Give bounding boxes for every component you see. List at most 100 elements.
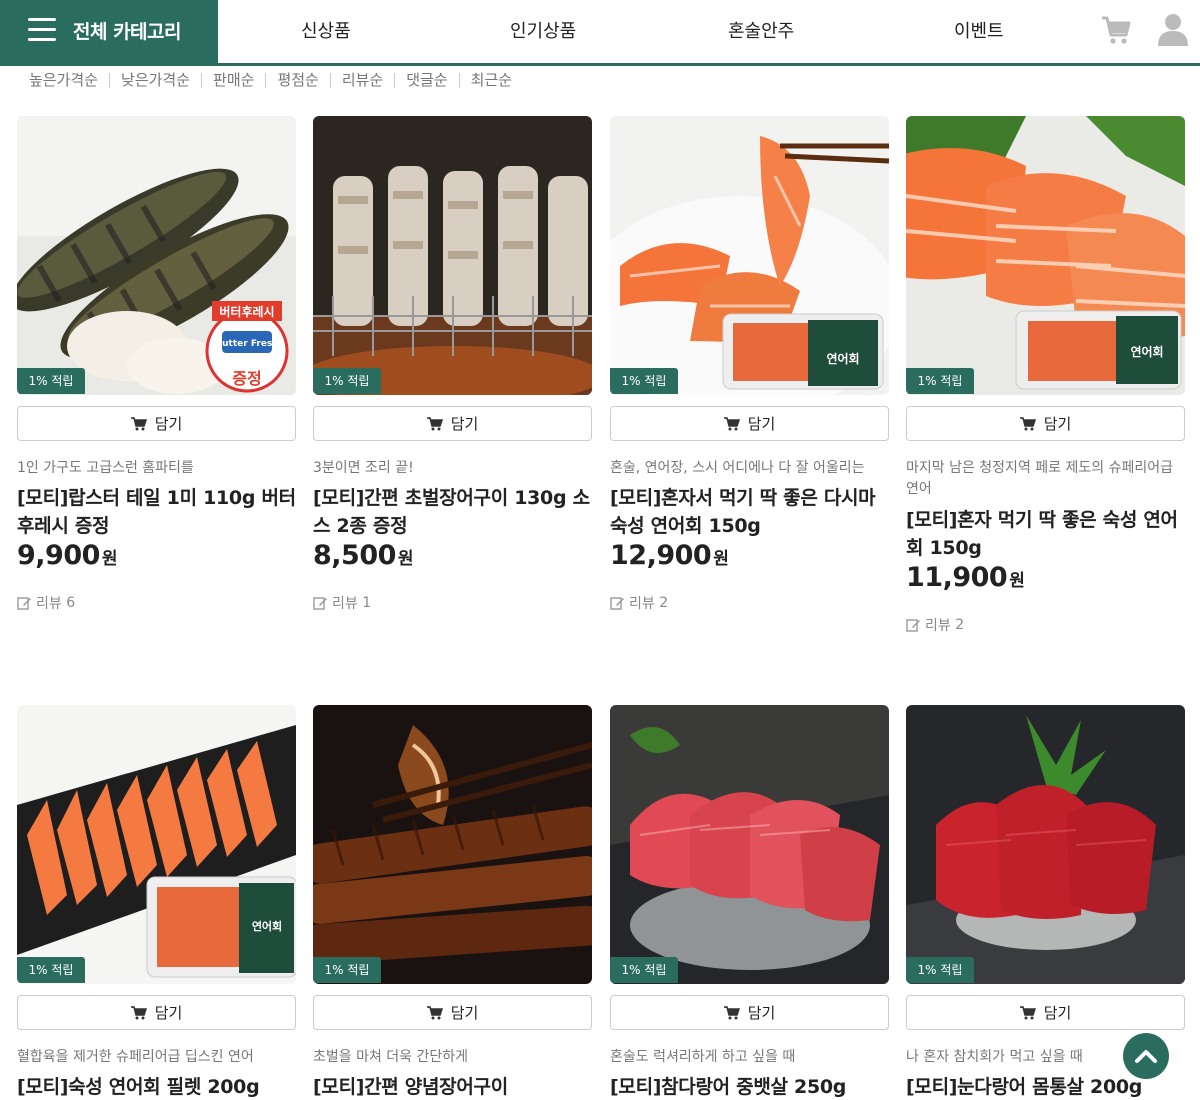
add-to-cart-label: 담기 <box>747 415 776 433</box>
product-image-kelp-salmon[interactable]: 연어회 1% 적립 <box>610 116 889 395</box>
sort-price-low[interactable]: 낮은가격순 <box>110 72 203 88</box>
review-label: 리뷰 <box>629 596 655 612</box>
product-name[interactable]: [모티]숙성 연어회 필렛 200g <box>17 1073 296 1100</box>
hamburger-menu-icon <box>28 18 56 42</box>
points-badge: 1% 적립 <box>610 368 678 394</box>
sort-comment-count[interactable]: 댓글순 <box>395 72 460 88</box>
product-name[interactable]: [모티]참다랑어 중뱃살 250g <box>610 1073 889 1100</box>
nav-popular-products[interactable]: 인기상품 <box>510 17 576 43</box>
cart-icon[interactable] <box>1100 14 1132 46</box>
add-to-cart-button[interactable]: 담기 <box>610 406 889 441</box>
product-image-aged-salmon[interactable]: 연어회 1% 적립 <box>906 116 1185 395</box>
top-header: 전체 카테고리 신상품 인기상품 혼술안주 이벤트 <box>0 0 1200 66</box>
sort-options-bar: 높은가격순 낮은가격순 판매순 평점순 리뷰순 댓글순 최근순 <box>18 70 523 90</box>
product-image-lobster-tail[interactable]: 버터후레시 Butter Fresh 증정 1% 적립 <box>17 116 296 395</box>
product-name[interactable]: [모티]혼자 먹기 딱 좋은 숙성 연어회 150g <box>906 506 1185 562</box>
add-to-cart-label: 담기 <box>1043 415 1072 433</box>
salmon-pack-text: 연어회 <box>826 351 859 366</box>
add-to-cart-button[interactable]: 담기 <box>906 406 1185 441</box>
currency-unit: 원 <box>1009 571 1025 591</box>
cart-icon <box>723 416 740 430</box>
price-value: 9,900 <box>17 540 100 571</box>
sort-recent[interactable]: 최근순 <box>460 72 523 88</box>
lobster-gift-text: 증정 <box>232 369 261 388</box>
points-badge: 1% 적립 <box>17 368 85 394</box>
currency-unit: 원 <box>397 549 414 569</box>
sort-sales[interactable]: 판매순 <box>202 72 267 88</box>
edit-icon <box>17 597 31 610</box>
all-categories-label: 전체 카테고리 <box>73 21 182 43</box>
review-number: 1 <box>362 595 372 611</box>
product-description: 혼술, 연어장, 스시 어디에나 다 잘 어울리는 <box>610 460 865 476</box>
product-description: 마지막 남은 청정지역 페로 제도의 슈페리어급 연어 <box>906 460 1173 497</box>
product-price: 8,500 원 <box>313 540 414 571</box>
price-value: 12,900 <box>610 540 712 571</box>
nav-new-products[interactable]: 신상품 <box>301 17 351 43</box>
review-count[interactable]: 리뷰 2 <box>610 593 668 613</box>
edit-icon <box>610 597 624 610</box>
product-image-bluefin-tuna[interactable]: 1% 적립 <box>610 705 889 984</box>
cart-icon <box>130 416 147 430</box>
product-name[interactable]: [모티]혼자서 먹기 딱 좋은 다시마 숙성 연어회 150g <box>610 484 889 540</box>
cart-icon <box>723 1005 740 1019</box>
nav-solo-drinking-snacks[interactable]: 혼술안주 <box>728 17 794 43</box>
currency-unit: 원 <box>713 549 729 569</box>
sort-rating[interactable]: 평점순 <box>266 72 331 88</box>
cart-icon <box>426 1005 443 1019</box>
add-to-cart-label: 담기 <box>747 1004 776 1022</box>
currency-unit: 원 <box>101 549 118 569</box>
cart-icon <box>426 416 443 430</box>
product-description: 1인 가구도 고급스런 홈파티를 <box>17 460 194 476</box>
sort-review-count[interactable]: 리뷰순 <box>331 72 396 88</box>
review-label: 리뷰 <box>332 596 358 612</box>
cart-icon <box>1019 1005 1036 1019</box>
lobster-sticker-text: 버터후레시 <box>219 304 274 319</box>
product-image-bigeye-tuna[interactable]: 1% 적립 <box>906 705 1185 984</box>
all-categories-button[interactable]: 전체 카테고리 <box>0 0 218 64</box>
edit-icon <box>906 619 920 632</box>
product-description: 혼술도 럭셔리하게 하고 싶을 때 <box>610 1049 796 1065</box>
price-value: 11,900 <box>906 562 1008 593</box>
review-number: 2 <box>955 617 965 633</box>
product-name[interactable]: [모티]간편 양념장어구이 <box>313 1073 592 1100</box>
review-count[interactable]: 리뷰 2 <box>906 615 964 635</box>
add-to-cart-label: 담기 <box>154 1004 183 1022</box>
product-price: 9,900 원 <box>17 540 118 571</box>
scroll-to-top-button[interactable] <box>1123 1033 1169 1079</box>
lobster-butter-text: Butter Fresh <box>215 339 278 349</box>
product-price: 11,900 원 <box>906 562 1025 593</box>
points-badge: 1% 적립 <box>906 368 974 394</box>
product-description: 초벌을 마쳐 더욱 간단하게 <box>313 1049 469 1065</box>
product-image-salmon-fillet[interactable]: 연어회 1% 적립 <box>17 705 296 984</box>
add-to-cart-button[interactable]: 담기 <box>313 995 592 1030</box>
add-to-cart-label: 담기 <box>450 415 479 433</box>
review-label: 리뷰 <box>925 618 951 634</box>
product-name[interactable]: [모티]랍스터 테일 1미 110g 버터후레시 증정 <box>17 484 296 540</box>
review-count[interactable]: 리뷰 1 <box>313 593 371 613</box>
add-to-cart-button[interactable]: 담기 <box>610 995 889 1030</box>
chevron-up-icon <box>1135 1050 1157 1063</box>
add-to-cart-button[interactable]: 담기 <box>17 995 296 1030</box>
product-image-seasoned-eel[interactable]: 1% 적립 <box>313 705 592 984</box>
nav-events[interactable]: 이벤트 <box>954 17 1004 43</box>
user-account-icon[interactable] <box>1157 12 1189 46</box>
review-label: 리뷰 <box>36 596 62 612</box>
product-name[interactable]: [모티]간편 초벌장어구이 130g 소스 2종 증정 <box>313 484 592 540</box>
review-count[interactable]: 리뷰 6 <box>17 593 75 613</box>
add-to-cart-label: 담기 <box>1043 1004 1072 1022</box>
sort-price-high[interactable]: 높은가격순 <box>18 72 111 88</box>
cart-icon <box>130 1005 147 1019</box>
cart-icon <box>1019 416 1036 430</box>
add-to-cart-button[interactable]: 담기 <box>313 406 592 441</box>
product-image-grilled-eel[interactable]: 1% 적립 <box>313 116 592 395</box>
points-badge: 1% 적립 <box>610 957 678 983</box>
points-badge: 1% 적립 <box>313 368 381 394</box>
salmon-pack-text: 연어회 <box>252 919 282 933</box>
product-description: 3분이면 조리 끝! <box>313 460 414 476</box>
price-value: 8,500 <box>313 540 396 571</box>
add-to-cart-button[interactable]: 담기 <box>906 995 1185 1030</box>
review-number: 2 <box>659 595 669 611</box>
add-to-cart-label: 담기 <box>154 415 183 433</box>
add-to-cart-button[interactable]: 담기 <box>17 406 296 441</box>
review-number: 6 <box>66 595 76 611</box>
